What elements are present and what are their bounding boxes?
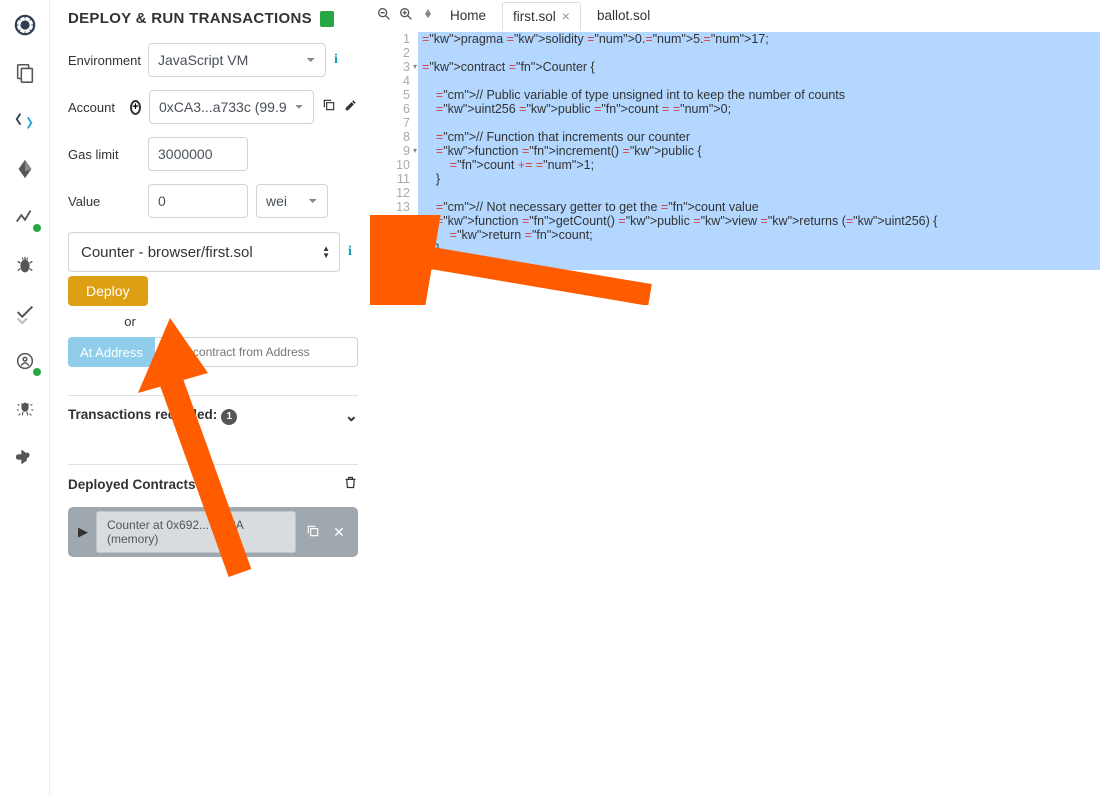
debugger-icon[interactable] [12,252,38,278]
analysis-icon[interactable] [12,204,38,230]
environment-label: Environment [68,53,140,68]
contract-info-icon[interactable]: i [348,244,352,260]
account-label: Account [68,100,122,115]
value-input[interactable] [148,184,248,218]
line-gutter: 12345678910111213141516 [368,30,418,795]
plugin-icon[interactable] [12,444,38,470]
file-explorer-icon[interactable] [12,60,38,86]
bug-icon[interactable] [12,396,38,422]
panel-title: DEPLOY & RUN TRANSACTIONS [68,10,358,27]
deployed-contract-name: Counter at 0x692...77b3A (memory) [96,511,296,553]
expand-contract-icon[interactable]: ▶ [78,524,88,540]
contract-select[interactable]: Counter - browser/first.sol [68,232,340,272]
editor-area: Home first.sol× ballot.sol 1234567891011… [368,0,1100,795]
edit-account-icon[interactable] [344,98,358,117]
zoom-out-icon[interactable] [376,6,392,25]
or-text: or [68,314,192,329]
environment-info-icon[interactable]: i [334,52,338,68]
at-address-button[interactable]: At Address [68,337,155,367]
copy-account-icon[interactable] [322,98,336,117]
gas-limit-label: Gas limit [68,147,140,162]
panel-title-text: DEPLOY & RUN TRANSACTIONS [68,10,312,27]
value-unit-select[interactable]: wei [256,184,328,218]
close-tab-icon[interactable]: × [562,8,570,24]
environment-select[interactable]: JavaScript VM [148,43,326,77]
panel-status-badge [320,11,334,27]
tabbar: Home first.sol× ballot.sol [368,0,1100,30]
logo-icon[interactable] [12,12,38,38]
iconbar [0,0,50,795]
ethereum-icon[interactable] [422,8,434,23]
gas-limit-input[interactable] [148,137,248,171]
zoom-in-icon[interactable] [398,6,414,25]
code-content[interactable]: ="kw">pragma ="kw">solidity ="num">0.="n… [418,30,1100,795]
tab-ballot[interactable]: ballot.sol [587,3,660,28]
compiler-icon[interactable] [12,108,38,134]
account-select[interactable]: 0xCA3...a733c (99.9 [149,90,314,124]
add-account-icon[interactable]: + [130,100,141,115]
code-editor[interactable]: 12345678910111213141516 ="kw">pragma ="k… [368,30,1100,795]
deploy-run-panel: DEPLOY & RUN TRANSACTIONS Environment Ja… [50,0,368,795]
deploy-button[interactable]: Deploy [68,276,148,306]
tab-first[interactable]: first.sol× [502,2,581,30]
trash-icon[interactable] [343,475,358,493]
test-icon[interactable] [12,300,38,326]
chevron-down-icon[interactable]: ⌄ [345,406,358,426]
value-label: Value [68,194,140,209]
tx-count-badge: 1 [221,409,237,425]
close-contract-icon[interactable]: ✕ [330,524,348,541]
at-address-input[interactable] [155,337,358,367]
deploy-icon[interactable] [12,156,38,182]
deployed-contract-item: ▶ Counter at 0x692...77b3A (memory) ✕ [68,507,358,557]
copy-contract-icon[interactable] [304,524,322,541]
tab-home[interactable]: Home [440,3,496,28]
deployed-contracts-header: Deployed Contracts [68,464,358,503]
gist-icon[interactable] [12,348,38,374]
transactions-recorded-header[interactable]: Transactions recorded:1 ⌄ [68,395,358,436]
